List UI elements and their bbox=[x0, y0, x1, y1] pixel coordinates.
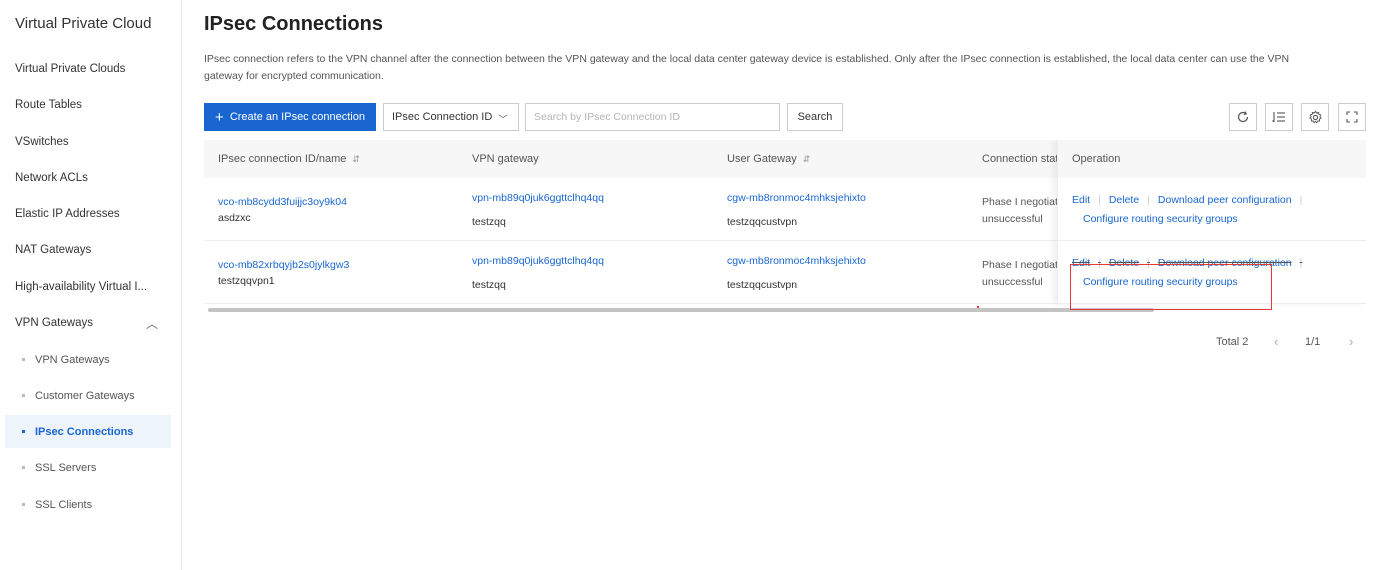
sidebar-subitem-label: VPN Gateways bbox=[35, 354, 110, 366]
column-header-vpn-gateway: VPN gateway bbox=[472, 153, 539, 165]
configure-routing-security-groups-link[interactable]: Configure routing security groups bbox=[1083, 276, 1238, 288]
bullet-icon bbox=[22, 465, 25, 469]
chevron-up-icon: ︿ bbox=[145, 317, 158, 331]
user-gateway-link[interactable]: cgw-mb8ronmoc4mhksjehixto bbox=[727, 192, 866, 204]
user-gateway-name: testzqqcustvpn bbox=[727, 216, 798, 228]
column-header-connection-status: Connection stat bbox=[982, 153, 1059, 165]
pagination-total: Total 2 bbox=[1216, 336, 1249, 348]
column-settings-button[interactable] bbox=[1265, 103, 1293, 131]
chevron-left-icon[interactable]: ‹ bbox=[1274, 334, 1278, 349]
sidebar-item-elastic-ip-addresses[interactable]: Elastic IP Addresses bbox=[15, 208, 120, 220]
status-line: Phase I negotiat bbox=[982, 196, 1057, 208]
list-columns-icon bbox=[1272, 112, 1285, 123]
sidebar-subitem-ssl-clients[interactable]: SSL Clients bbox=[22, 499, 92, 511]
sidebar-item-route-tables[interactable]: Route Tables bbox=[15, 99, 82, 111]
connection-name: asdzxc bbox=[218, 212, 251, 224]
delete-link[interactable]: Delete bbox=[1109, 194, 1139, 206]
status-line: unsuccessful bbox=[982, 276, 1043, 288]
vpn-gateway-name: testzqq bbox=[472, 216, 506, 228]
column-header-operation: Operation bbox=[1058, 140, 1366, 178]
user-gateway-link[interactable]: cgw-mb8ronmoc4mhksjehixto bbox=[727, 255, 866, 267]
status-line: Phase I negotiat bbox=[982, 259, 1057, 271]
column-header-label: User Gateway bbox=[727, 153, 797, 165]
separator: | bbox=[1299, 194, 1303, 206]
vpn-gateway-name: testzqq bbox=[472, 279, 506, 291]
sort-icon: ⇵ bbox=[352, 154, 360, 164]
delete-link[interactable]: Delete bbox=[1109, 257, 1139, 269]
separator: | bbox=[1147, 257, 1150, 269]
bullet-icon bbox=[22, 357, 25, 361]
bullet-icon bbox=[22, 502, 25, 506]
bullet-icon bbox=[22, 393, 25, 397]
sidebar-subitem-customer-gateways[interactable]: Customer Gateways bbox=[22, 390, 135, 402]
sidebar-subitem-vpn-gateways[interactable]: VPN Gateways bbox=[22, 354, 110, 366]
sidebar-subitem-ssl-servers[interactable]: SSL Servers bbox=[22, 462, 96, 474]
vpn-gateway-link[interactable]: vpn-mb89q0juk6ggttclhq4qq bbox=[472, 255, 604, 267]
sidebar-subitem-ipsec-connections[interactable]: IPsec Connections bbox=[22, 426, 133, 438]
gear-icon bbox=[1308, 110, 1322, 124]
sidebar-subitem-label: IPsec Connections bbox=[35, 426, 134, 438]
column-header-id-name[interactable]: IPsec connection ID/name ⇵ bbox=[218, 153, 360, 165]
connection-status: Phase I negotiat unsuccessful bbox=[982, 257, 1057, 291]
refresh-icon bbox=[1237, 111, 1249, 123]
download-peer-configuration-link[interactable]: Download peer configuration bbox=[1158, 257, 1292, 269]
separator: | bbox=[1098, 194, 1101, 206]
edit-link[interactable]: Edit bbox=[1072, 194, 1090, 206]
operation-column: Operation Edit | Delete | Download peer conf… bbox=[1057, 140, 1366, 304]
ipsec-table: IPsec connection ID/name ⇵ VPN gateway Us… bbox=[204, 140, 1366, 312]
sidebar-title: Virtual Private Cloud bbox=[15, 15, 152, 32]
filter-select-value: IPsec Connection ID bbox=[392, 111, 493, 123]
sidebar-item-high-availability-virtual-ip[interactable]: High-availability Virtual I... bbox=[15, 281, 147, 293]
status-line: unsuccessful bbox=[982, 213, 1043, 225]
user-gateway-name: testzqqcustvpn bbox=[727, 279, 798, 291]
vpn-gateway-link[interactable]: vpn-mb89q0juk6ggttclhq4qq bbox=[472, 192, 604, 204]
sort-icon: ⇵ bbox=[802, 154, 811, 164]
sidebar-group-label: VPN Gateways bbox=[15, 317, 93, 329]
chevron-down-icon: ﹀ bbox=[498, 115, 508, 126]
horizontal-scrollbar[interactable] bbox=[208, 308, 1154, 312]
sidebar-item-network-acls[interactable]: Network ACLs bbox=[15, 172, 88, 184]
create-ipsec-connection-button[interactable]: + Create an IPsec connection bbox=[204, 103, 376, 131]
page-title: IPsec Connections bbox=[204, 13, 383, 35]
edit-link[interactable]: Edit bbox=[1072, 257, 1090, 269]
connection-name: testzqqvpn1 bbox=[218, 275, 275, 287]
sidebar-item-virtual-private-clouds[interactable]: Virtual Private Clouds bbox=[15, 63, 125, 75]
settings-button[interactable] bbox=[1301, 103, 1329, 131]
sidebar-item-vswitches[interactable]: VSwitches bbox=[15, 136, 69, 148]
operation-row: Edit | Delete | Download peer configuration |… bbox=[1058, 241, 1366, 304]
page-description: IPsec connection refers to the VPN chann… bbox=[204, 53, 1290, 82]
sidebar-subitem-label: Customer Gateways bbox=[35, 390, 135, 402]
separator: | bbox=[1098, 257, 1101, 269]
filter-select[interactable]: IPsec Connection ID ﹀ bbox=[383, 103, 519, 131]
search-button[interactable]: Search bbox=[787, 103, 843, 131]
column-header-label: IPsec connection ID/name bbox=[218, 153, 347, 165]
bullet-icon bbox=[22, 429, 25, 433]
annotation-dot bbox=[977, 306, 979, 308]
separator: | bbox=[1299, 257, 1303, 269]
sidebar-subitem-label: SSL Clients bbox=[35, 499, 93, 511]
separator: | bbox=[1147, 194, 1150, 206]
connection-id-link[interactable]: vco-mb82xrbqyjb2s0jylkgw3 bbox=[218, 259, 349, 271]
sidebar-group-vpn-gateways[interactable]: VPN Gateways ︿ bbox=[15, 317, 170, 331]
connection-status: Phase I negotiat unsuccessful bbox=[982, 194, 1057, 228]
connection-id-link[interactable]: vco-mb8cydd3fuijjc3oy9k04 bbox=[218, 196, 347, 208]
create-button-label: Create an IPsec connection bbox=[229, 111, 365, 123]
sidebar-subitem-label: SSL Servers bbox=[35, 462, 97, 474]
expand-icon bbox=[1346, 111, 1358, 123]
download-peer-configuration-link[interactable]: Download peer configuration bbox=[1158, 194, 1292, 206]
pagination-page: 1/1 bbox=[1305, 336, 1321, 348]
operation-row: Edit | Delete | Download peer configuration |… bbox=[1058, 178, 1366, 241]
sidebar: Virtual Private Cloud Virtual Private Cl… bbox=[0, 0, 182, 570]
sidebar-item-nat-gateways[interactable]: NAT Gateways bbox=[15, 244, 91, 256]
search-input[interactable] bbox=[525, 103, 780, 131]
column-header-user-gateway[interactable]: User Gateway ⇵ bbox=[727, 153, 810, 165]
fullscreen-button[interactable] bbox=[1338, 103, 1366, 131]
column-header-label: Operation bbox=[1072, 153, 1121, 165]
plus-icon: + bbox=[215, 108, 224, 126]
refresh-button[interactable] bbox=[1229, 103, 1257, 131]
configure-routing-security-groups-link[interactable]: Configure routing security groups bbox=[1083, 213, 1238, 225]
chevron-right-icon[interactable]: › bbox=[1349, 334, 1353, 349]
